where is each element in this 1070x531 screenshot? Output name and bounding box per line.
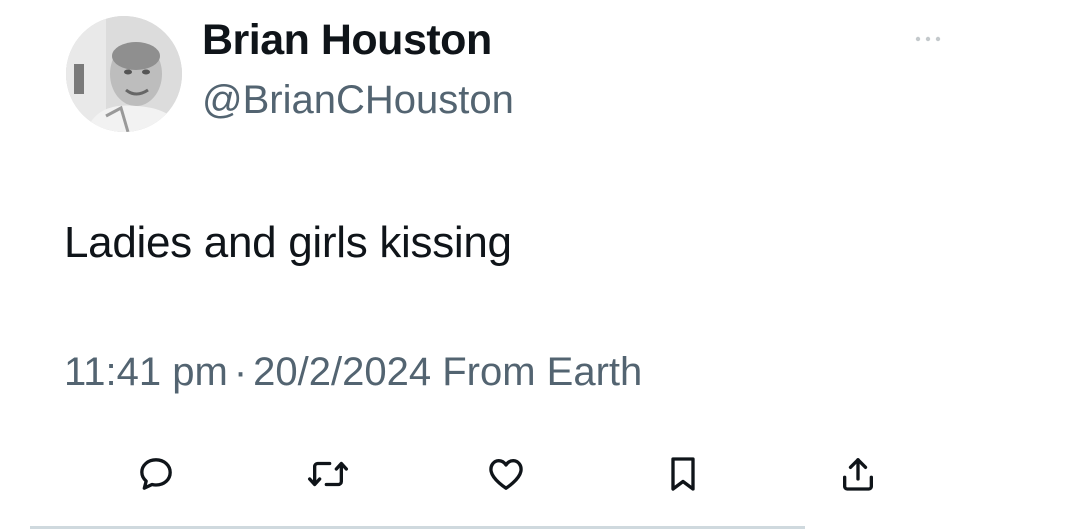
tweet-source: From Earth <box>442 350 643 394</box>
ellipsis-icon <box>915 36 941 42</box>
bookmark-button[interactable] <box>657 448 709 500</box>
speech-bubble-icon <box>140 458 172 490</box>
tweet-text: Ladies and girls kissing <box>64 218 512 267</box>
avatar-photo <box>66 16 182 132</box>
author-display-name[interactable]: Brian Houston <box>202 16 492 65</box>
like-button[interactable] <box>480 448 532 500</box>
heart-icon <box>489 459 523 490</box>
tweet-card: Brian Houston @BrianCHouston Ladies and … <box>0 0 1070 531</box>
retweet-button[interactable] <box>302 448 354 500</box>
tweet-meta: 11:41 pm · 20/2/2024 From Earth <box>64 350 642 395</box>
tweet-date[interactable]: 20/2/2024 <box>253 350 431 394</box>
retweet-arrows-icon <box>307 461 348 487</box>
share-button[interactable] <box>832 448 884 500</box>
meta-separator: · <box>233 350 248 394</box>
tweet-actions-bar <box>0 440 1070 504</box>
more-options-button[interactable] <box>910 24 950 54</box>
author-handle[interactable]: @BrianCHouston <box>202 78 514 123</box>
avatar[interactable] <box>66 16 182 132</box>
share-upload-icon <box>843 458 873 491</box>
tweet-time[interactable]: 11:41 pm <box>64 350 228 394</box>
reply-button[interactable] <box>130 448 182 500</box>
bookmark-icon <box>671 457 695 491</box>
bottom-divider <box>30 526 805 529</box>
